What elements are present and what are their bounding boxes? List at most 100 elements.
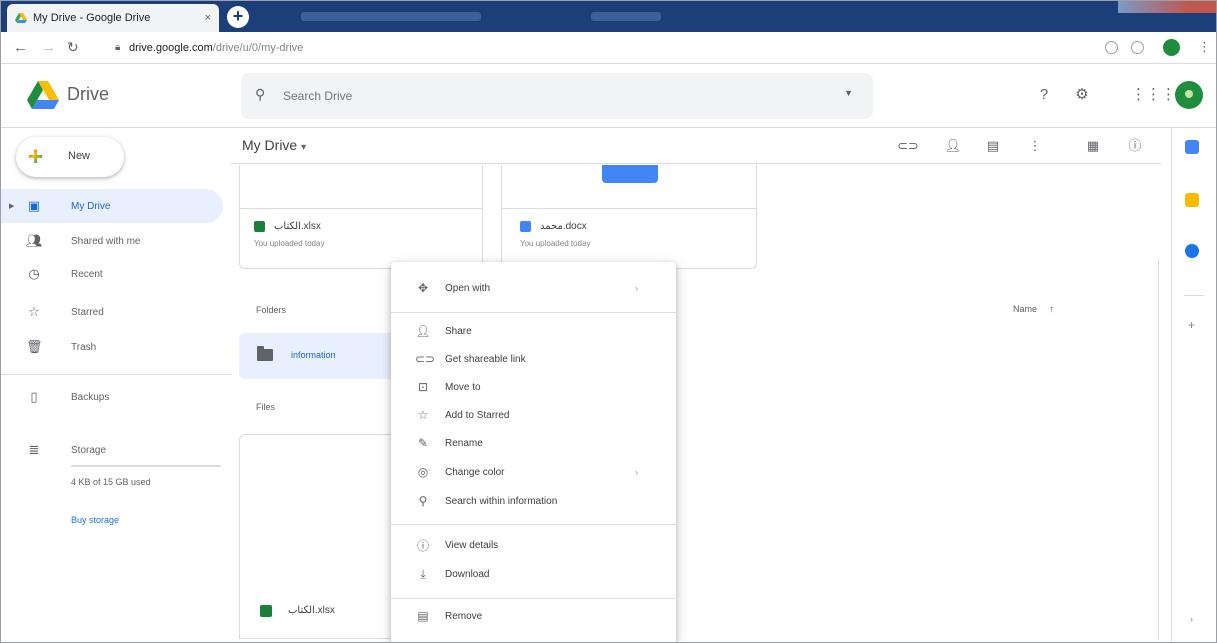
menu-item-label: Open with bbox=[445, 282, 491, 294]
back-arrow-icon[interactable]: ← bbox=[13, 39, 28, 56]
menu-item-label: Move to bbox=[445, 381, 481, 393]
trash-icon: 🗑︎ bbox=[26, 339, 43, 354]
tab-close-icon[interactable]: × bbox=[205, 12, 211, 24]
sidebar-item-label: Storage bbox=[71, 444, 107, 456]
storage-icon: ≣ bbox=[28, 442, 40, 457]
expand-arrow-icon[interactable]: ▶ bbox=[9, 202, 14, 210]
menu-item-label: Add to Starred bbox=[445, 409, 510, 421]
browser-tab[interactable]: My Drive - Google Drive × bbox=[7, 4, 219, 32]
info-icon[interactable]: ⓘ bbox=[1125, 136, 1145, 156]
submenu-arrow-icon: › bbox=[635, 467, 638, 477]
sidebar-item-storage[interactable]: ≣ Storage bbox=[1, 433, 223, 467]
menu-divider bbox=[391, 598, 676, 599]
menu-item-label: Download bbox=[445, 568, 490, 580]
menu-item-remove[interactable]: ▤ Remove bbox=[391, 602, 676, 630]
submenu-arrow-icon: › bbox=[635, 283, 638, 293]
search-bar[interactable]: ⚲ ▼ bbox=[241, 73, 873, 119]
account-avatar[interactable] bbox=[1175, 81, 1203, 109]
scrollbar[interactable] bbox=[1158, 259, 1166, 639]
sidebar-item-my-drive[interactable]: ▶ ▣ My Drive bbox=[1, 189, 223, 223]
file-subtitle: You uploaded today bbox=[254, 239, 325, 248]
sidebar-item-recent[interactable]: ◷ Recent bbox=[1, 257, 223, 291]
browser-profile-icon[interactable] bbox=[1163, 39, 1180, 56]
link-icon[interactable]: ⊂⊃ bbox=[897, 136, 919, 156]
storage-usage-bar bbox=[71, 465, 221, 467]
sort-arrow-icon[interactable]: ↑ bbox=[1049, 304, 1054, 315]
more-vert-icon[interactable]: ⋮ bbox=[1025, 136, 1045, 156]
menu-item-change-color[interactable]: ◎ Change color › bbox=[391, 458, 676, 486]
file-subtitle: You uploaded today bbox=[520, 239, 591, 248]
files-section-label: Files bbox=[256, 402, 276, 412]
url-field[interactable]: 🔒︎ drive.google.com/drive/u/0/my-drive bbox=[113, 38, 1143, 58]
new-tab-button[interactable]: + bbox=[227, 6, 249, 28]
menu-item-download[interactable]: ⤓ Download bbox=[391, 560, 676, 588]
page-title[interactable]: My Drive ▾ bbox=[242, 137, 306, 153]
menu-divider bbox=[391, 524, 676, 525]
palette-icon: ◎ bbox=[417, 465, 429, 479]
star-icon: ☆ bbox=[28, 304, 40, 319]
drive-app-name: Drive bbox=[67, 84, 110, 104]
menu-item-open-with[interactable]: ✥ Open with › bbox=[391, 274, 676, 302]
file-preview bbox=[240, 165, 482, 209]
tasks-icon[interactable] bbox=[1185, 244, 1199, 258]
keep-icon[interactable] bbox=[1185, 193, 1199, 207]
rename-icon: ✎ bbox=[417, 436, 429, 450]
menu-item-search-within[interactable]: ⚲ Search within information bbox=[391, 487, 676, 515]
folder-item[interactable]: information bbox=[239, 333, 391, 379]
calendar-icon[interactable] bbox=[1185, 140, 1199, 154]
sidebar-item-label: My Drive bbox=[71, 200, 111, 212]
trash-icon[interactable]: ▤ bbox=[983, 136, 1003, 156]
window-controls[interactable] bbox=[1118, 1, 1216, 13]
help-icon[interactable]: ? bbox=[1033, 84, 1055, 106]
sidebar-item-starred[interactable]: ☆ Starred bbox=[1, 295, 223, 329]
menu-item-share[interactable]: 👤︎ Share bbox=[391, 317, 676, 345]
search-input[interactable] bbox=[283, 85, 823, 107]
file-card[interactable]: الكتاب.xlsx bbox=[239, 434, 391, 639]
extension-icon[interactable] bbox=[1105, 41, 1118, 54]
settings-gear-icon[interactable]: ⚙ bbox=[1071, 84, 1093, 106]
menu-item-view-details[interactable]: ⓘ View details bbox=[391, 531, 676, 559]
folder-icon bbox=[257, 346, 273, 361]
buy-storage-link[interactable]: Buy storage bbox=[71, 515, 119, 525]
menu-item-move-to[interactable]: ⊡ Move to bbox=[391, 373, 676, 401]
shared-icon: 👥︎ bbox=[26, 233, 43, 248]
file-name: محمد.docx bbox=[540, 221, 587, 232]
menu-item-label: Rename bbox=[445, 437, 483, 449]
lock-icon: 🔒︎ bbox=[115, 42, 121, 53]
reload-icon[interactable]: ↻ bbox=[67, 39, 79, 56]
menu-divider bbox=[391, 312, 676, 313]
sidebar-item-shared[interactable]: 👥︎ Shared with me bbox=[1, 224, 223, 258]
sidebar-item-trash[interactable]: 🗑︎ Trash bbox=[1, 330, 223, 364]
file-name: الكتاب.xlsx bbox=[274, 221, 321, 232]
add-person-icon[interactable]: 👤︎ bbox=[943, 136, 963, 156]
menu-item-rename[interactable]: ✎ Rename bbox=[391, 429, 676, 457]
new-button[interactable]: + New bbox=[16, 137, 124, 177]
sheets-file-icon bbox=[260, 605, 272, 617]
collapse-panel-icon[interactable]: › bbox=[1190, 614, 1193, 624]
sidebar-item-backups[interactable]: ▯ Backups bbox=[1, 380, 223, 414]
search-options-icon[interactable]: ▼ bbox=[844, 88, 853, 98]
drive-favicon-icon bbox=[15, 13, 27, 23]
side-panel-divider bbox=[1184, 295, 1204, 296]
menu-item-get-link[interactable]: ⊂⊃ Get shareable link bbox=[391, 345, 676, 373]
add-addon-icon[interactable]: + bbox=[1188, 318, 1195, 332]
drive-logo-icon[interactable] bbox=[27, 81, 59, 109]
quick-access-card[interactable]: محمد.docx You uploaded today bbox=[501, 165, 757, 269]
browser-menu-icon[interactable]: ⋮ bbox=[1198, 39, 1211, 55]
apps-grid-icon[interactable]: ⋮⋮⋮ bbox=[1131, 84, 1176, 106]
search-icon[interactable]: ⚲ bbox=[255, 86, 265, 103]
grid-view-icon[interactable]: ▦ bbox=[1083, 136, 1103, 156]
sidebar-item-label: Starred bbox=[71, 306, 104, 318]
menu-item-label: Share bbox=[445, 325, 472, 337]
menu-item-add-starred[interactable]: ☆ Add to Starred bbox=[391, 401, 676, 429]
tabbar-blurred-area bbox=[591, 12, 661, 21]
browser-tab-bar: My Drive - Google Drive × + bbox=[1, 1, 1216, 32]
quick-access-card[interactable]: الكتاب.xlsx You uploaded today bbox=[239, 165, 483, 269]
forward-arrow-icon[interactable]: → bbox=[41, 39, 56, 56]
open-with-icon: ✥ bbox=[417, 281, 429, 295]
sort-by-name[interactable]: Name ↑ bbox=[1013, 304, 1054, 315]
browser-tab-title: My Drive - Google Drive bbox=[33, 12, 151, 24]
url-host: drive.google.com bbox=[129, 42, 213, 54]
url-path: /drive/u/0/my-drive bbox=[212, 42, 304, 54]
bookmark-star-icon[interactable] bbox=[1131, 41, 1144, 54]
